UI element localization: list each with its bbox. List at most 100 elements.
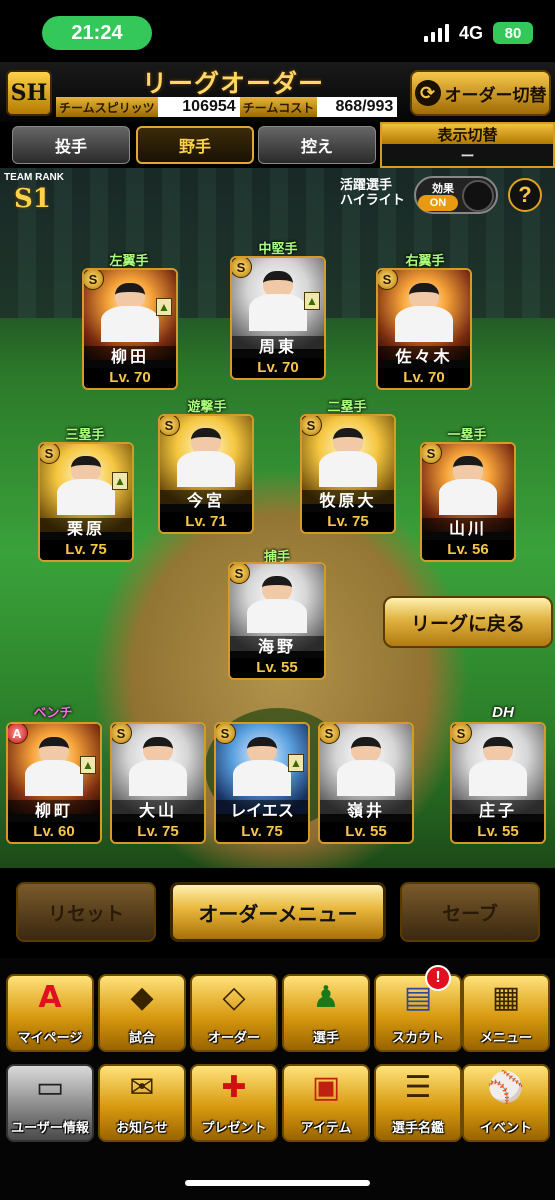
rarity-s-icon: S [112, 724, 132, 744]
player-body [438, 479, 498, 515]
player-book-icon: ☰ [404, 1070, 432, 1105]
position-left-field: 左翼手 [109, 254, 149, 269]
status-time: 21:24 [42, 16, 152, 50]
player-level: Lv. 75 [302, 512, 394, 532]
position-first-base: 一塁手 [447, 428, 487, 443]
player-level: Lv. 55 [230, 658, 324, 678]
player-card-second-base[interactable]: S 牧原大 Lv. 75 [300, 414, 396, 534]
status-icons: 4G 80 [423, 20, 533, 46]
rarity-s-icon: S [84, 270, 104, 290]
player-name: 今宮 [160, 490, 252, 512]
return-to-league-button[interactable]: リーグに戻る [383, 596, 553, 648]
player-card-dh[interactable]: S 庄子 Lv. 55 [450, 722, 546, 844]
team-logo: SH [6, 70, 52, 116]
rarity-s-icon: S [160, 416, 180, 436]
nav-label: メニュー [479, 1031, 532, 1046]
tab-reserve[interactable]: 控え [258, 126, 376, 164]
nav-player-book[interactable]: ☰ 選手名鑑 [374, 1064, 462, 1142]
nav-event[interactable]: ⚾ イベント [462, 1064, 550, 1142]
item-icon: ▣ [311, 1070, 341, 1105]
player-level: Lv. 70 [84, 368, 176, 388]
effect-label: 効果 [432, 182, 454, 195]
team-rank-value: S1 [14, 184, 51, 214]
player-card-center-field[interactable]: S ▲ 周東 Lv. 70 [230, 256, 326, 380]
rarity-a-icon: A [8, 724, 28, 744]
order-menu-button[interactable]: オーダーメニュー [170, 882, 386, 942]
reset-button[interactable]: リセット [16, 882, 156, 942]
player-body [24, 759, 84, 796]
home-indicator [185, 1180, 370, 1186]
player-card-third-base[interactable]: S ▲ 栗原 Lv. 75 [38, 442, 134, 562]
nav-match[interactable]: ◆ 試合 [98, 974, 186, 1052]
player-body [56, 479, 116, 515]
display-switch-label: 表示切替 [382, 124, 553, 144]
player-name: 嶺井 [320, 800, 412, 822]
player-level: Lv. 70 [378, 368, 470, 388]
player-name: 栗原 [40, 518, 132, 540]
tab-fielder[interactable]: 野手 [136, 126, 254, 164]
player-name: 牧原大 [302, 490, 394, 512]
player-card-bench-2[interactable]: S 大山 Lv. 75 [110, 722, 206, 844]
nav-label: 選手名鑑 [391, 1121, 444, 1136]
rarity-s-icon: S [422, 444, 442, 464]
player-name: 海野 [230, 636, 324, 658]
effect-state: ON [418, 195, 458, 211]
position-center-field: 中堅手 [258, 242, 298, 257]
player-card-first-base[interactable]: S 山川 Lv. 56 [420, 442, 516, 562]
field-icon: ◇ [222, 980, 246, 1015]
nav-label: イベント [479, 1121, 532, 1136]
player-body [232, 759, 292, 796]
player-card-bench-1[interactable]: A ▲ 柳町 Lv. 60 [6, 722, 102, 844]
stadium-icon: ◆ [130, 980, 154, 1015]
nav-present[interactable]: ✚ プレゼント [190, 1064, 278, 1142]
rarity-s-icon: S [452, 724, 472, 744]
battery-icon: 80 [493, 22, 533, 44]
player-name: 庄子 [452, 800, 544, 822]
player-body [248, 294, 308, 331]
nav-mypage[interactable]: A マイページ [6, 974, 94, 1052]
rarity-s-icon: S [230, 564, 250, 584]
team-spirits-label: チームスピリッツ [56, 97, 158, 117]
player-body [336, 759, 396, 796]
team-spirits-value: 106954 [157, 97, 240, 117]
player-name: 柳町 [8, 800, 100, 822]
player-body [128, 759, 188, 796]
highlight-label-line2: ハイライト [340, 193, 405, 208]
nav-order[interactable]: ◇ オーダー [190, 974, 278, 1052]
team-rank-label: TEAM RANK [4, 172, 64, 183]
rarity-s-icon: S [320, 724, 340, 744]
team-stats: チームスピリッツ 106954 チームコスト 868/993 [56, 97, 406, 117]
signal-icon [423, 24, 449, 42]
rarity-s-icon: S [232, 258, 252, 278]
player-card-left-field[interactable]: S ▲ 柳田 Lv. 70 [82, 268, 178, 390]
nav-notice[interactable]: ✉ お知らせ [98, 1064, 186, 1142]
team-cost-label: チームコスト [239, 97, 318, 117]
nav-user-info[interactable]: ▭ ユーザー情報 [6, 1064, 94, 1142]
rarity-s-icon: S [40, 444, 60, 464]
level-up-icon: ▲ [156, 298, 172, 316]
player-card-right-field[interactable]: S 佐々木 Lv. 70 [376, 268, 472, 390]
toggle-knob [462, 180, 494, 212]
player-body [100, 305, 160, 342]
notice-icon: ✉ [129, 1070, 155, 1105]
help-icon[interactable]: ? [508, 178, 542, 212]
nav-label: 試合 [128, 1031, 155, 1046]
player-card-bench-3[interactable]: S ▲ レイエス Lv. 75 [214, 722, 310, 844]
player-level: Lv. 60 [8, 822, 100, 842]
position-dh: DH [492, 704, 514, 721]
player-card-catcher[interactable]: S 海野 Lv. 55 [228, 562, 326, 680]
nav-scout[interactable]: ▤ スカウト [374, 974, 462, 1052]
nav-item[interactable]: ▣ アイテム [282, 1064, 370, 1142]
notification-badge-icon: ! [425, 965, 451, 991]
player-card-shortstop[interactable]: S 今宮 Lv. 71 [158, 414, 254, 534]
nav-menu[interactable]: ▦ メニュー [462, 974, 550, 1052]
home-a-icon: A [38, 980, 62, 1015]
order-switch-button[interactable]: ⟳ オーダー切替 [410, 70, 551, 116]
tab-pitcher[interactable]: 投手 [12, 126, 130, 164]
nav-label: お知らせ [116, 1121, 168, 1136]
player-name: レイエス [216, 800, 308, 822]
player-card-bench-4[interactable]: S 嶺井 Lv. 55 [318, 722, 414, 844]
nav-players[interactable]: ♟ 選手 [282, 974, 370, 1052]
user-info-icon: ▭ [35, 1070, 65, 1105]
save-button[interactable]: セーブ [400, 882, 540, 942]
